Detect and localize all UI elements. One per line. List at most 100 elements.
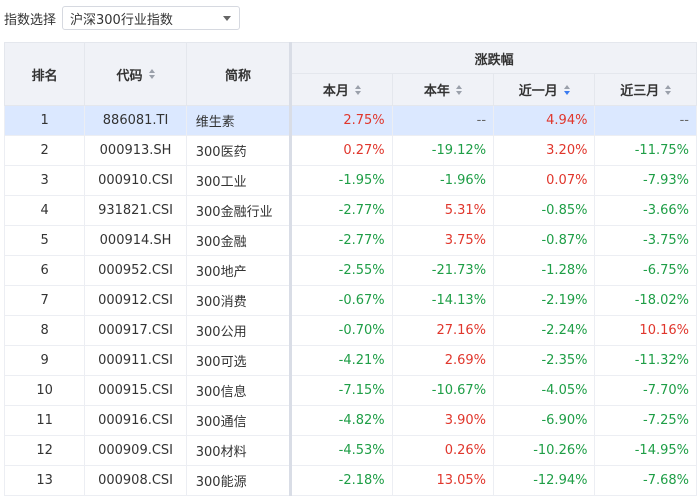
column-header-last-month[interactable]: 近一月 — [493, 73, 596, 106]
cell-rank: 5 — [4, 225, 86, 256]
cell-name: 300医药 — [185, 135, 292, 166]
sort-icon[interactable] — [665, 84, 672, 95]
cell-last-3m: -- — [594, 105, 697, 136]
table-row[interactable]: 10 000915.CSI 300信息 -7.15% -10.67% -4.05% -7.7… — [4, 375, 697, 406]
cell-rank: 2 — [4, 135, 86, 166]
sort-icon[interactable] — [148, 69, 155, 79]
cell-name: 300金融行业 — [185, 195, 292, 226]
table-row[interactable]: 8 000917.CSI 300公用 -0.70% 27.16% -2.24% 10.16% — [4, 315, 697, 346]
cell-name: 300地产 — [185, 255, 292, 286]
table-row[interactable]: 9 000911.CSI 300可选 -4.21% 2.69% -2.35% -11.32% — [4, 345, 697, 376]
cell-rank: 11 — [4, 405, 86, 436]
table-row[interactable]: 1 886081.TI 维生素 2.75% -- 4.94% -- — [4, 105, 697, 136]
cell-year: -10.67% — [391, 375, 495, 406]
cell-year: -14.13% — [391, 285, 495, 316]
cell-last-3m: -18.02% — [594, 285, 697, 316]
table-row[interactable]: 13 000908.CSI 300能源 -2.18% 13.05% -12.94% -7.6… — [4, 465, 697, 496]
cell-code: 000911.CSI — [84, 345, 187, 376]
cell-rank: 1 — [4, 105, 86, 136]
cell-last-month: -0.85% — [493, 195, 596, 226]
cell-last-month: 0.07% — [493, 165, 596, 196]
cell-code: 886081.TI — [84, 105, 187, 136]
cell-month: -2.77% — [289, 225, 393, 256]
cell-year: 27.16% — [391, 315, 495, 346]
sort-icon[interactable] — [354, 84, 361, 95]
cell-name: 300通信 — [185, 405, 292, 436]
table-body: 1 886081.TI 维生素 2.75% -- 4.94% -- 2 000913.SH 300… — [4, 105, 697, 496]
cell-year: 3.90% — [391, 405, 495, 436]
cell-last-month: -2.35% — [493, 345, 596, 376]
header-group-label: 涨跌幅 — [474, 52, 514, 68]
cell-last-3m: -7.68% — [594, 465, 697, 496]
cell-code: 000908.CSI — [84, 465, 187, 496]
cell-last-3m: -11.75% — [594, 135, 697, 166]
cell-year: 5.31% — [391, 195, 495, 226]
cell-code: 000913.SH — [84, 135, 187, 166]
cell-year: 2.69% — [391, 345, 495, 376]
cell-name: 300能源 — [185, 465, 292, 496]
table-row[interactable]: 3 000910.CSI 300工业 -1.95% -1.96% 0.07% -7.93% — [4, 165, 697, 196]
cell-last-month: -0.87% — [493, 225, 596, 256]
column-header-last-3m[interactable]: 近三月 — [594, 73, 697, 106]
header-name-label: 简称 — [224, 68, 251, 84]
cell-last-month: 3.20% — [493, 135, 596, 166]
cell-rank: 12 — [4, 435, 86, 466]
cell-rank: 13 — [4, 465, 86, 496]
cell-month: 2.75% — [289, 105, 393, 136]
cell-rank: 8 — [4, 315, 86, 346]
column-group-change: 涨跌幅 — [289, 42, 697, 74]
table-row[interactable]: 6 000952.CSI 300地产 -2.55% -21.73% -1.28% -6.75… — [4, 255, 697, 286]
cell-code: 000912.CSI — [84, 285, 187, 316]
cell-last-3m: -3.75% — [594, 225, 697, 256]
cell-last-3m: -6.75% — [594, 255, 697, 286]
cell-year: 13.05% — [391, 465, 495, 496]
table-row[interactable]: 11 000916.CSI 300通信 -4.82% 3.90% -6.90% -7.25% — [4, 405, 697, 436]
table-row[interactable]: 7 000912.CSI 300消费 -0.67% -14.13% -2.19% -18.0… — [4, 285, 697, 316]
cell-last-month: -12.94% — [493, 465, 596, 496]
sort-icon[interactable] — [455, 84, 462, 95]
column-header-month[interactable]: 本月 — [289, 73, 393, 106]
cell-code: 000917.CSI — [84, 315, 187, 346]
cell-last-3m: 10.16% — [594, 315, 697, 346]
table-row[interactable]: 2 000913.SH 300医药 0.27% -19.12% 3.20% -11.75% — [4, 135, 697, 166]
column-header-code[interactable]: 代码 — [84, 42, 187, 106]
cell-last-3m: -11.32% — [594, 345, 697, 376]
index-select[interactable]: 沪深300行业指数 — [62, 6, 241, 30]
cell-month: -4.21% — [289, 345, 393, 376]
header-month-label: 本月 — [322, 84, 349, 99]
cell-last-month: -2.24% — [493, 315, 596, 346]
cell-last-3m: -14.95% — [594, 435, 697, 466]
cell-last-month: -2.19% — [493, 285, 596, 316]
cell-rank: 4 — [4, 195, 86, 226]
index-ranking-table: 排名 代码 简称 涨跌幅 本月 本年 近一月 近三月 1 886081.TI 维… — [4, 42, 697, 496]
column-header-rank: 排名 — [4, 42, 86, 106]
cell-name: 300工业 — [185, 165, 292, 196]
cell-last-3m: -7.93% — [594, 165, 697, 196]
cell-name: 维生素 — [185, 105, 292, 136]
cell-name: 300金融 — [185, 225, 292, 256]
cell-year: -21.73% — [391, 255, 495, 286]
header-year-label: 本年 — [423, 84, 450, 99]
column-header-year[interactable]: 本年 — [391, 73, 495, 106]
column-header-name: 简称 — [185, 42, 292, 106]
cell-month: -7.15% — [289, 375, 393, 406]
cell-month: -4.82% — [289, 405, 393, 436]
index-selector-label: 指数选择 — [4, 12, 57, 28]
table-row[interactable]: 4 931821.CSI 300金融行业 -2.77% 5.31% -0.85% -3.66… — [4, 195, 697, 226]
cell-rank: 3 — [4, 165, 86, 196]
header-last-3m-label: 近三月 — [620, 84, 660, 99]
chevron-down-icon — [223, 15, 232, 21]
table-row[interactable]: 5 000914.SH 300金融 -2.77% 3.75% -0.87% -3.75% — [4, 225, 697, 256]
cell-last-3m: -7.70% — [594, 375, 697, 406]
table-row[interactable]: 12 000909.CSI 300材料 -4.53% 0.26% -10.26% -14.9… — [4, 435, 697, 466]
cell-month: -0.70% — [289, 315, 393, 346]
cell-code: 000916.CSI — [84, 405, 187, 436]
cell-month: -4.53% — [289, 435, 393, 466]
cell-rank: 7 — [4, 285, 86, 316]
cell-code: 000952.CSI — [84, 255, 187, 286]
cell-last-month: -10.26% — [493, 435, 596, 466]
cell-year: 0.26% — [391, 435, 495, 466]
cell-last-month: -4.05% — [493, 375, 596, 406]
sort-desc-icon[interactable] — [563, 84, 570, 95]
cell-last-3m: -3.66% — [594, 195, 697, 226]
